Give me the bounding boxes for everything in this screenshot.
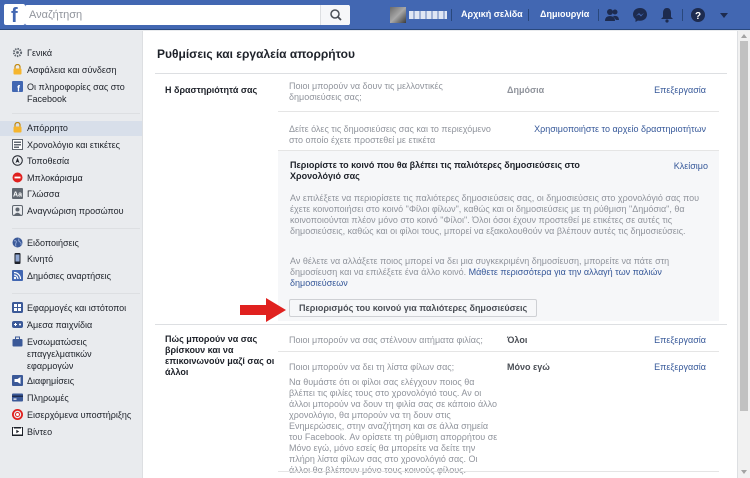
sidebar-item-support-inbox[interactable]: Εισερχόμενα υποστήριξης xyxy=(12,409,142,422)
friend-requests-value: Όλοι xyxy=(507,335,528,345)
business-integrations-icon xyxy=(12,336,23,347)
facebook-logo[interactable]: f xyxy=(4,4,25,27)
sidebar-item-privacy[interactable]: Απόρρητο xyxy=(0,121,142,136)
future-posts-value: Δημόσια xyxy=(507,85,545,95)
dropdown-icon[interactable] xyxy=(716,7,732,23)
friends-list-edit-link[interactable]: Επεξεργασία xyxy=(654,362,706,372)
nav-divider xyxy=(451,9,452,21)
scroll-down-icon[interactable] xyxy=(740,468,748,476)
section-title-activity: Η δραστηριότητά σας xyxy=(165,85,258,95)
sidebar-item-ads[interactable]: Διαφημίσεις xyxy=(12,375,142,388)
games-icon xyxy=(12,321,23,328)
location-icon xyxy=(12,155,23,166)
apps-icon xyxy=(12,302,23,313)
friends-list-question: Ποιοι μπορούν να δει τη λίστα φίλων σας; xyxy=(289,362,455,372)
svg-text:Aa: Aa xyxy=(13,192,22,199)
ads-icon xyxy=(12,375,23,386)
page-title: Ρυθμίσεις και εργαλεία απορρήτου xyxy=(157,47,355,61)
payments-icon xyxy=(12,393,23,402)
timeline-icon xyxy=(12,139,23,150)
sidebar-item-business-integrations[interactable]: Ενσωματώσεις επαγγελματικών εφαρμογών xyxy=(12,336,142,371)
face-recognition-icon xyxy=(12,205,23,216)
mobile-icon xyxy=(14,253,21,264)
sidebar-divider xyxy=(12,113,140,114)
sidebar-divider xyxy=(12,228,140,229)
friends-list-note: Να θυμάστε ότι οι φίλοι σας ελέγχουν ποι… xyxy=(289,377,498,475)
search-icon xyxy=(330,9,342,21)
avatar xyxy=(390,7,406,23)
row-divider xyxy=(278,351,719,352)
change-audience-explanation: Αν θέλετε να αλλάξετε ποιος μπορεί να δε… xyxy=(290,256,670,288)
future-posts-edit-link[interactable]: Επεξεργασία xyxy=(654,85,706,95)
sidebar-item-public-posts[interactable]: Δημόσιες αναρτήσεις xyxy=(12,270,142,283)
activity-log-link[interactable]: Χρησιμοποιήστε το αρχείο δραστηριοτήτων xyxy=(534,124,706,134)
section-title-find-contact: Πώς μπορούν να σας βρίσκουν και να επικο… xyxy=(165,334,275,377)
friend-requests-icon[interactable] xyxy=(604,7,620,23)
nav-home-link[interactable]: Αρχική σελίδα xyxy=(461,9,523,19)
limit-past-posts-explanation: Αν επιλέξετε να περιορίσετε τις παλιότερ… xyxy=(290,193,700,236)
friend-requests-edit-link[interactable]: Επεξεργασία xyxy=(654,335,706,345)
page-scrollbar[interactable] xyxy=(738,31,750,478)
sidebar-item-location[interactable]: Τοποθεσία xyxy=(12,155,142,168)
help-icon[interactable]: ? xyxy=(690,7,706,23)
activity-log-description: Δείτε όλες τις δημοσιεύσεις σας και το π… xyxy=(289,124,491,145)
sidebar-item-video[interactable]: Βίντεο xyxy=(12,426,142,439)
nav-divider xyxy=(528,9,529,21)
nav-divider xyxy=(682,9,683,21)
sidebar-item-language[interactable]: Aa Γλώσσα xyxy=(12,188,142,201)
sidebar-item-payments[interactable]: Πληρωμές xyxy=(12,392,142,405)
rss-icon xyxy=(12,270,23,281)
sidebar-divider xyxy=(12,293,140,294)
search-input[interactable] xyxy=(25,5,315,25)
globe-icon xyxy=(12,237,23,248)
sidebar-item-mobile[interactable]: Κινητό xyxy=(12,253,142,266)
sidebar-item-instant-games[interactable]: Άμεσα παιχνίδια xyxy=(12,319,142,332)
settings-sidebar: Γενικά Ασφάλεια και σύνδεση f Οι πληροφο… xyxy=(0,31,142,478)
language-icon: Aa xyxy=(12,188,23,199)
sidebar-item-security[interactable]: Ασφάλεια και σύνδεση xyxy=(12,64,142,77)
future-posts-question: Ποιοι μπορούν να δουν τις μελλοντικές δη… xyxy=(289,81,443,102)
red-arrow-annotation xyxy=(240,298,286,322)
limit-past-posts-panel: Περιορίστε το κοινό που θα βλέπει τις πα… xyxy=(278,151,719,321)
sidebar-item-your-info[interactable]: f Οι πληροφορίες σας στο Facebook xyxy=(12,81,142,104)
privacy-lock-icon xyxy=(13,122,22,133)
close-link[interactable]: Κλείσιμο xyxy=(674,161,708,171)
profile-link[interactable] xyxy=(390,6,447,24)
nav-divider xyxy=(598,9,599,21)
limit-past-posts-button[interactable]: Περιορισμός του κοινού για παλιότερες δη… xyxy=(289,299,538,317)
facebook-icon: f xyxy=(12,81,23,92)
profile-name-obscured xyxy=(409,11,447,19)
block-icon xyxy=(12,172,23,183)
video-icon xyxy=(12,427,23,436)
sidebar-item-face-recognition[interactable]: Αναγνώριση προσώπου xyxy=(12,205,142,218)
friends-list-value: Μόνο εγώ xyxy=(507,362,550,372)
row-divider xyxy=(278,111,719,112)
search-box xyxy=(25,5,349,25)
friend-requests-question: Ποιοι μπορούν να σας στέλνουν αιτήματα φ… xyxy=(289,335,483,345)
sidebar-item-timeline[interactable]: Χρονολόγιο και ετικέτες xyxy=(12,139,142,152)
search-button[interactable] xyxy=(320,5,350,25)
scroll-up-icon[interactable] xyxy=(740,32,748,40)
limit-past-posts-title: Περιορίστε το κοινό που θα βλέπει τις πα… xyxy=(290,160,580,181)
messenger-icon[interactable] xyxy=(632,7,648,23)
sidebar-item-notifications[interactable]: Ειδοποιήσεις xyxy=(12,237,142,250)
notifications-icon[interactable] xyxy=(659,7,675,23)
section-divider xyxy=(155,324,727,325)
sidebar-item-apps[interactable]: Εφαρμογές και ιστότοποι xyxy=(12,302,142,315)
title-divider xyxy=(155,73,727,74)
row-divider xyxy=(278,471,719,472)
sidebar-item-general[interactable]: Γενικά xyxy=(12,47,142,60)
svg-text:?: ? xyxy=(695,11,701,22)
nav-create-link[interactable]: Δημιουργία xyxy=(540,9,589,19)
gear-icon xyxy=(12,47,23,58)
privacy-settings-panel: Ρυθμίσεις και εργαλεία απορρήτου Η δραστ… xyxy=(142,31,738,478)
sidebar-item-blocking[interactable]: Μπλοκάρισμα xyxy=(12,172,142,185)
scrollbar-thumb[interactable] xyxy=(740,41,748,411)
lock-icon xyxy=(13,64,22,75)
support-inbox-icon xyxy=(12,409,23,420)
top-navigation-bar: f Αρχική σελίδα Δημιουργία ? xyxy=(0,0,750,30)
